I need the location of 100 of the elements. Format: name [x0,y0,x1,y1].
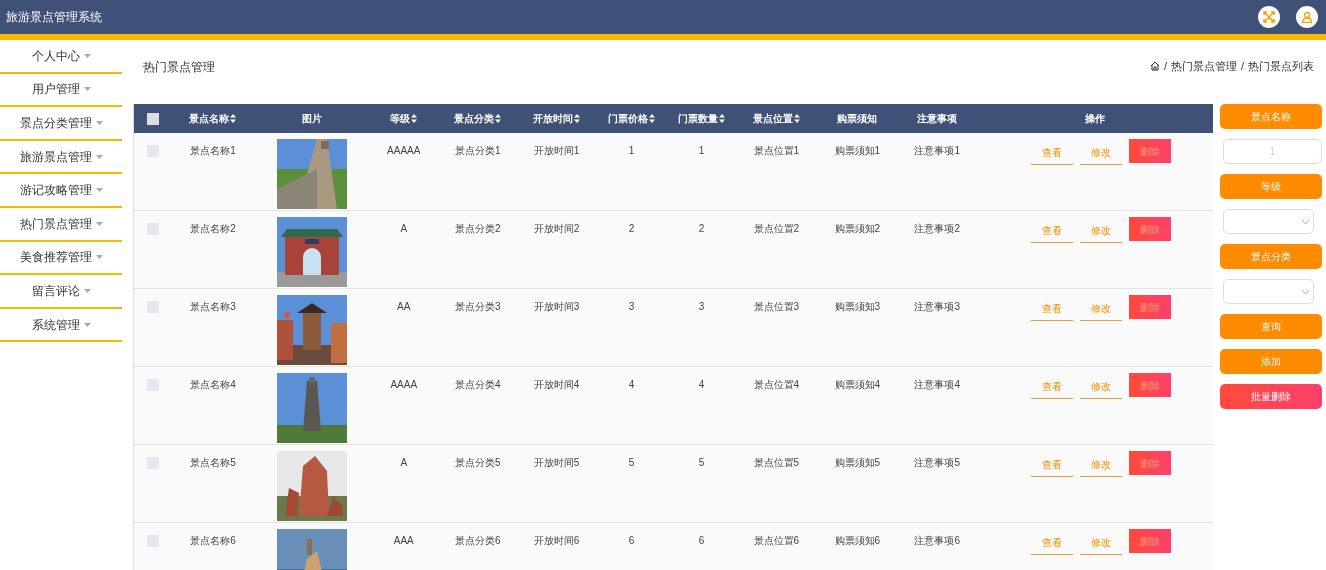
column-header[interactable]: 景点位置 [752,111,793,126]
table-cell-text: 景点位置2 [753,222,800,236]
table-cell-text: 2 [698,222,705,236]
table-cell-text: 1 [698,144,705,158]
filter-button[interactable]: 添加 [1220,349,1322,374]
sidebar-item[interactable]: 美食推荐管理 [0,241,122,276]
table-cell-text: 景点分类3 [454,300,501,314]
action-link[interactable]: 查看 [1031,297,1074,321]
table-cell-text: 注意事项1 [914,144,960,158]
table-cell-text: 景点位置4 [753,378,800,392]
sidebar-item[interactable]: 系统管理 [0,308,122,343]
select-field[interactable] [1223,279,1314,304]
home-icon[interactable] [1149,61,1160,72]
breadcrumb-item[interactable]: 热门景点管理 [1170,58,1237,75]
delete-button[interactable]: 删除 [1129,373,1172,397]
table-cell-text: 开放时间3 [533,300,580,314]
action-link[interactable]: 查看 [1031,219,1074,243]
table-cell-text: 景点分类2 [454,222,501,236]
table-cell-text: 景点位置1 [753,144,800,158]
table-cell-text: 开放时间1 [533,144,580,158]
table-cell-text: AAAAA [387,144,421,158]
filter-button[interactable]: 查询 [1220,314,1322,339]
table-cell-text: 1 [628,144,635,158]
table-cell-text: 景点名称4 [190,378,236,392]
action-link[interactable]: 查看 [1031,531,1074,555]
chevron-icon [1302,289,1309,294]
table-cell-text: 注意事项3 [914,300,960,314]
action-link[interactable]: 修改 [1080,453,1123,477]
chevron-icon [1302,219,1309,224]
table-cell-text: 6 [628,534,635,548]
delete-button[interactable]: 删除 [1129,139,1172,163]
fullscreen-icon[interactable] [1258,6,1280,28]
table-cell-text: 3 [698,300,705,314]
breadcrumb-separator: / [1163,59,1167,74]
table-cell-text: 开放时间5 [533,456,580,470]
sort-icon[interactable] [574,114,581,123]
table-cell-text: 3 [628,300,635,314]
table-cell-text: 购票须知3 [834,300,881,314]
user-icon[interactable] [1296,6,1318,28]
table-cell-text: A [400,222,408,236]
breadcrumb-separator: / [1240,59,1244,74]
table-cell-text: 2 [628,222,635,236]
sort-icon[interactable] [718,114,725,123]
table-cell-text: AAAA [390,378,418,392]
table-cell-text: 4 [628,378,635,392]
caret-icon [95,221,103,226]
checkbox[interactable] [147,112,159,125]
sidebar-item[interactable]: 留言评论 [0,275,122,309]
column-header[interactable]: 等级 [390,111,411,126]
delete-button[interactable]: 删除 [1129,529,1172,553]
caret-icon [95,121,103,125]
table-cell-text: 景点分类6 [454,534,501,548]
sidebar-item[interactable]: 用户管理 [0,73,122,108]
sidebar-item[interactable]: 旅游景点管理 [0,140,122,175]
action-link[interactable]: 修改 [1080,219,1123,243]
sidebar-item[interactable]: 热门景点管理 [0,207,122,242]
action-link[interactable]: 查看 [1031,453,1074,477]
action-link[interactable]: 修改 [1080,531,1123,555]
sidebar-item[interactable]: 游记攻略管理 [0,174,122,208]
table-cell-text: 注意事项6 [914,534,960,548]
table-cell-text: 5 [698,456,705,470]
filter-label: 景点名称 [1220,104,1322,129]
batch-delete-button[interactable]: 批量删除 [1220,384,1322,409]
sidebar-item[interactable]: 景点分类管理 [0,107,122,141]
table-cell-text: 购票须知1 [834,144,881,158]
table-cell-text: 注意事项4 [914,378,960,392]
action-link[interactable]: 修改 [1080,297,1123,321]
sort-icon[interactable] [230,114,237,123]
sort-icon[interactable] [411,114,418,123]
action-link[interactable]: 修改 [1080,141,1123,165]
column-header[interactable]: 景点分类 [454,111,495,126]
app-title: 旅游景点管理系统 [6,9,102,26]
table-cell-text: 景点名称3 [190,300,236,314]
sort-icon[interactable] [495,114,502,123]
select-field[interactable] [1223,209,1314,234]
action-link[interactable]: 查看 [1031,375,1074,399]
sidebar-item[interactable]: 个人中心 [0,40,122,74]
table-cell-text: AA [397,300,411,314]
delete-button[interactable]: 删除 [1129,295,1172,319]
column-header: 注意事项 [917,112,958,126]
sort-icon[interactable] [649,114,656,123]
delete-button[interactable]: 删除 [1129,217,1172,241]
table-cell-text: A [400,456,408,470]
table-cell-text: AAA [393,534,414,548]
caret-icon [83,53,91,58]
action-link[interactable]: 查看 [1031,141,1074,165]
action-link[interactable]: 修改 [1080,375,1123,399]
column-header[interactable]: 门票价格 [608,111,649,126]
breadcrumb-item[interactable]: 热门景点列表 [1248,58,1314,75]
page-title: 热门景点管理 [143,59,215,76]
table-cell-text: 景点位置6 [753,534,800,548]
column-header[interactable]: 开放时间 [533,111,574,126]
column-header[interactable]: 景点名称 [189,111,230,126]
sort-icon[interactable] [793,114,800,123]
table-cell-text: 景点位置3 [753,300,800,314]
table-cell-text: 购票须知5 [834,456,881,470]
table-cell-text: 注意事项2 [914,222,960,236]
column-header[interactable]: 门票数量 [677,111,718,126]
column-header: 操作 [1085,112,1106,126]
delete-button[interactable]: 删除 [1129,451,1172,475]
